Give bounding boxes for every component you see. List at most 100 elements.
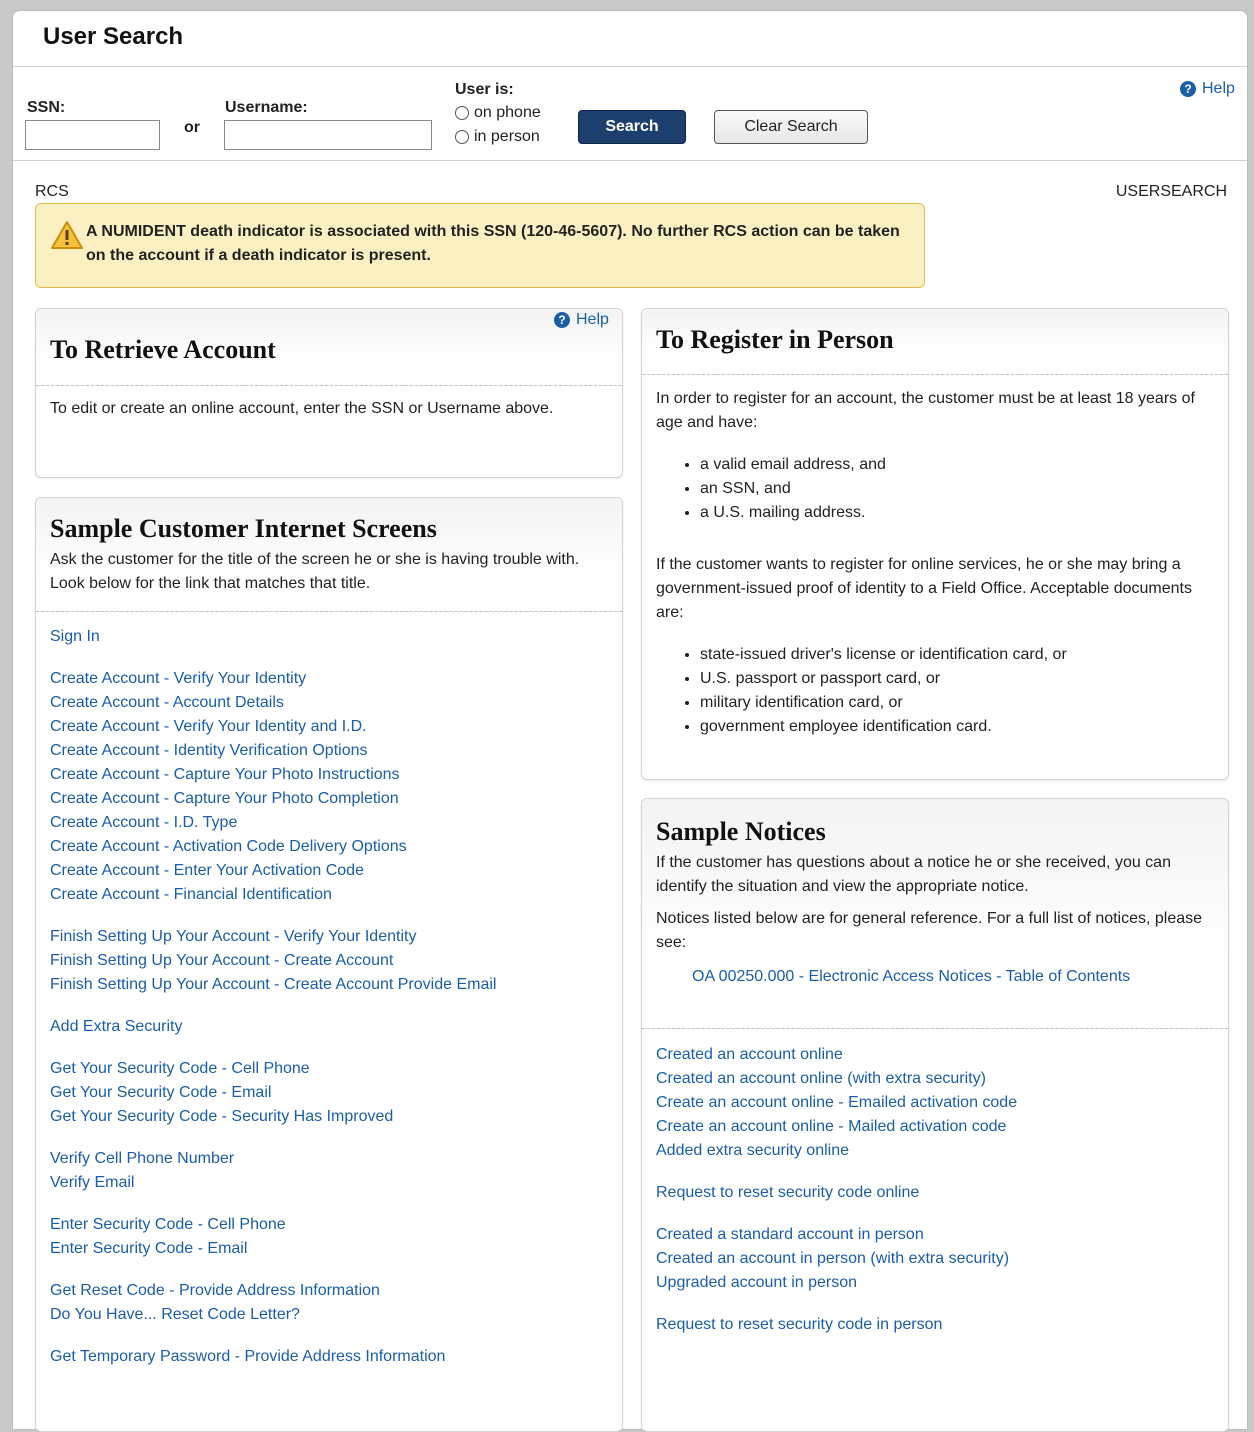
nav-link[interactable]: Create Account - Identity Verification O… <box>50 739 610 763</box>
link-group: Request to reset security code in person <box>656 1313 1216 1337</box>
nav-link[interactable]: Sign In <box>50 625 610 649</box>
retrieve-account-body: To edit or create an online account, ent… <box>50 400 554 417</box>
sample-notices-title: Sample Notices <box>656 817 826 846</box>
nav-link[interactable]: Create an account online - Mailed activa… <box>656 1115 1216 1139</box>
link-group: Create Account - Verify Your Identity Cre… <box>50 667 610 907</box>
sample-notices-subtitle: If the customer has questions about a no… <box>656 854 1171 895</box>
username-input[interactable] <box>224 120 432 150</box>
nav-link[interactable]: Create Account - Financial Identificatio… <box>50 883 610 907</box>
field-office-text: If the customer wants to register for on… <box>656 556 1192 621</box>
help-icon: ? <box>554 312 570 328</box>
sample-screens-links: Sign In Create Account - Verify Your Iden… <box>50 625 610 1387</box>
list-item: state-issued driver's license or identif… <box>700 643 1216 667</box>
nav-link[interactable]: Request to reset security code in person <box>656 1313 1216 1337</box>
list-item: a U.S. mailing address. <box>700 501 1216 525</box>
radio-circle-icon[interactable] <box>455 106 469 120</box>
link-group: Verify Cell Phone Number Verify Email <box>50 1147 610 1195</box>
documents-list: state-issued driver's license or identif… <box>642 643 1216 739</box>
nav-link[interactable]: Create Account - Verify Your Identity an… <box>50 715 610 739</box>
radio-in-person[interactable]: in person <box>455 128 540 146</box>
sample-screens-title: Sample Customer Internet Screens <box>50 514 437 543</box>
title-bar: User Search <box>13 11 1247 67</box>
nav-link[interactable]: Get Temporary Password - Provide Address… <box>50 1345 610 1369</box>
nav-link[interactable]: Enter Security Code - Cell Phone <box>50 1213 610 1237</box>
nav-link[interactable]: Get Your Security Code - Security Has Im… <box>50 1105 610 1129</box>
nav-link[interactable]: Verify Cell Phone Number <box>50 1147 610 1171</box>
nav-link[interactable]: Added extra security online <box>656 1139 1216 1163</box>
link-group: Enter Security Code - Cell Phone Enter Se… <box>50 1213 610 1261</box>
link-group: Get Reset Code - Provide Address Informa… <box>50 1279 610 1327</box>
sample-notices-panel: Sample Notices If the customer has quest… <box>641 798 1229 1432</box>
nav-link[interactable]: Upgraded account in person <box>656 1271 1216 1295</box>
or-text: or <box>184 119 200 136</box>
sample-notices-reference: Notices listed below are for general ref… <box>656 910 1203 951</box>
list-item: an SSN, and <box>700 477 1216 501</box>
alert-message: A NUMIDENT death indicator is associated… <box>86 223 900 264</box>
help-icon: ? <box>1180 81 1196 97</box>
ssn-input[interactable] <box>25 120 160 150</box>
radio-circle-icon[interactable] <box>455 130 469 144</box>
retrieve-account-title: To Retrieve Account <box>50 335 276 364</box>
register-in-person-title: To Register in Person <box>656 325 894 354</box>
nav-link[interactable]: Create Account - Enter Your Activation C… <box>50 859 610 883</box>
nav-link[interactable]: Created an account online <box>656 1043 1216 1067</box>
radio-on-phone-label: on phone <box>474 104 541 121</box>
nav-link[interactable]: Create Account - I.D. Type <box>50 811 610 835</box>
page-title: User Search <box>43 23 184 50</box>
warning-icon <box>51 221 83 249</box>
sample-screens-subtitle: Ask the customer for the title of the sc… <box>50 551 580 592</box>
retrieve-account-panel: To Retrieve Account ? Help To edit or cr… <box>35 308 623 478</box>
nav-link[interactable]: Created an account online (with extra se… <box>656 1067 1216 1091</box>
nav-link[interactable]: Create Account - Activation Code Deliver… <box>50 835 610 859</box>
link-group: Sign In <box>50 625 610 649</box>
nav-link[interactable]: Created an account in person (with extra… <box>656 1247 1216 1271</box>
help-link-retrieve[interactable]: ? Help <box>554 311 609 329</box>
list-item: military identification card, or <box>700 691 1216 715</box>
radio-on-phone[interactable]: on phone <box>455 104 541 122</box>
link-group: Get Your Security Code - Cell Phone Get Y… <box>50 1057 610 1129</box>
link-group: Created a standard account in person Crea… <box>656 1223 1216 1295</box>
nav-link[interactable]: Do You Have... Reset Code Letter? <box>50 1303 610 1327</box>
nav-link[interactable]: Create Account - Account Details <box>50 691 610 715</box>
context-rcs: RCS <box>35 183 69 200</box>
clear-search-button[interactable]: Clear Search <box>714 110 868 144</box>
nav-link[interactable]: Enter Security Code - Email <box>50 1237 610 1261</box>
retrieve-account-header: To Retrieve Account ? Help <box>36 309 622 386</box>
context-usersearch: USERSEARCH <box>1115 183 1227 200</box>
link-group: Finish Setting Up Your Account - Verify … <box>50 925 610 997</box>
nav-link[interactable]: Create Account - Verify Your Identity <box>50 667 610 691</box>
sample-notices-header: Sample Notices If the customer has quest… <box>642 799 1228 1029</box>
list-item: government employee identification card. <box>700 715 1216 739</box>
death-indicator-alert: A NUMIDENT death indicator is associated… <box>35 203 925 288</box>
nav-link[interactable]: Finish Setting Up Your Account - Create … <box>50 973 610 997</box>
register-intro: In order to register for an account, the… <box>656 390 1195 431</box>
nav-link[interactable]: Create Account - Capture Your Photo Comp… <box>50 787 610 811</box>
list-item: U.S. passport or passport card, or <box>700 667 1216 691</box>
nav-link[interactable]: Get Your Security Code - Email <box>50 1081 610 1105</box>
ssn-label: SSN: <box>27 99 66 116</box>
nav-link[interactable]: Create an account online - Emailed activ… <box>656 1091 1216 1115</box>
nav-link[interactable]: Created a standard account in person <box>656 1223 1216 1247</box>
nav-link[interactable]: Add Extra Security <box>50 1015 610 1039</box>
nav-link[interactable]: Request to reset security code online <box>656 1181 1216 1205</box>
list-item: a valid email address, and <box>700 453 1216 477</box>
user-is-label: User is: <box>455 81 514 98</box>
radio-in-person-label: in person <box>474 128 540 145</box>
sample-screens-panel: Sample Customer Internet Screens Ask the… <box>35 497 623 1432</box>
help-link-top[interactable]: ? Help <box>1180 80 1235 98</box>
link-group: Request to reset security code online <box>656 1181 1216 1205</box>
sample-screens-header: Sample Customer Internet Screens Ask the… <box>36 498 622 612</box>
nav-link[interactable]: Get Reset Code - Provide Address Informa… <box>50 1279 610 1303</box>
search-bar: SSN: or Username: User is: on phone in p… <box>13 67 1247 161</box>
notices-toc-link[interactable]: OA 00250.000 - Electronic Access Notices… <box>692 965 1130 989</box>
register-in-person-body: In order to register for an account, the… <box>656 387 1216 739</box>
register-in-person-header: To Register in Person <box>642 309 1228 375</box>
search-button[interactable]: Search <box>578 110 686 144</box>
nav-link[interactable]: Verify Email <box>50 1171 610 1195</box>
username-label: Username: <box>225 99 308 116</box>
help-label: Help <box>576 311 609 328</box>
nav-link[interactable]: Finish Setting Up Your Account - Verify … <box>50 925 610 949</box>
nav-link[interactable]: Finish Setting Up Your Account - Create … <box>50 949 610 973</box>
nav-link[interactable]: Create Account - Capture Your Photo Inst… <box>50 763 610 787</box>
nav-link[interactable]: Get Your Security Code - Cell Phone <box>50 1057 610 1081</box>
